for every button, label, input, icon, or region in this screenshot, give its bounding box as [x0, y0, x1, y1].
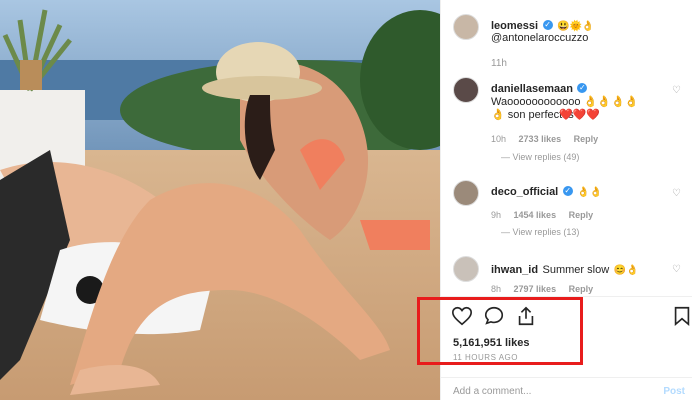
commenter-username[interactable]: ihwan_id — [491, 264, 538, 276]
comment-likes[interactable]: 1454 likes — [514, 210, 557, 220]
view-replies-button[interactable]: — View replies (13) — [501, 227, 579, 237]
photo-illustration — [0, 0, 440, 400]
add-comment-bar: Add a comment... Post — [441, 377, 692, 402]
like-comment-icon[interactable]: ♡ — [672, 264, 681, 275]
comment-likes[interactable]: 2733 likes — [519, 134, 562, 144]
comment-text: Summer slow — [542, 264, 610, 276]
highlight-box — [417, 297, 583, 365]
commenter-avatar[interactable] — [453, 77, 479, 103]
comment-hearts: ❤️❤️❤️ — [559, 109, 601, 121]
like-comment-icon[interactable]: ♡ — [672, 188, 681, 199]
comment-emoji: 😊👌 — [613, 265, 639, 276]
author-username[interactable]: leomessi — [491, 20, 538, 32]
verified-icon: ✓ — [542, 19, 553, 30]
caption-mention[interactable]: @antonelaroccuzzo — [491, 32, 588, 44]
comment-time: 10h — [491, 134, 507, 144]
reply-button[interactable]: Reply — [569, 284, 594, 294]
comment-time: 9h — [491, 210, 502, 220]
comment-emoji: 👌👌 — [577, 187, 603, 198]
bookmark-icon[interactable] — [671, 305, 692, 327]
comment-time: 8h — [491, 284, 502, 294]
add-comment-input[interactable]: Add a comment... — [453, 386, 531, 397]
verified-icon: ✓ — [562, 185, 573, 196]
reply-button[interactable]: Reply — [569, 210, 594, 220]
post-photo[interactable] — [0, 0, 440, 400]
verified-icon: ✓ — [577, 82, 588, 93]
caption-emoji: 😃🌞👌 — [557, 21, 595, 32]
author-avatar[interactable] — [453, 14, 479, 40]
commenter-avatar[interactable] — [453, 256, 479, 282]
comment-likes[interactable]: 2797 likes — [514, 284, 557, 294]
commenter-avatar[interactable] — [453, 180, 479, 206]
view-replies-button[interactable]: — View replies (49) — [501, 152, 579, 162]
like-comment-icon[interactable]: ♡ — [672, 85, 681, 96]
commenter-username[interactable]: deco_official — [491, 186, 558, 198]
reply-button[interactable]: Reply — [574, 134, 599, 144]
post-time: 11h — [491, 58, 507, 69]
commenter-username[interactable]: daniellasemaan — [491, 83, 573, 95]
post-comment-button[interactable]: Post — [663, 386, 685, 397]
